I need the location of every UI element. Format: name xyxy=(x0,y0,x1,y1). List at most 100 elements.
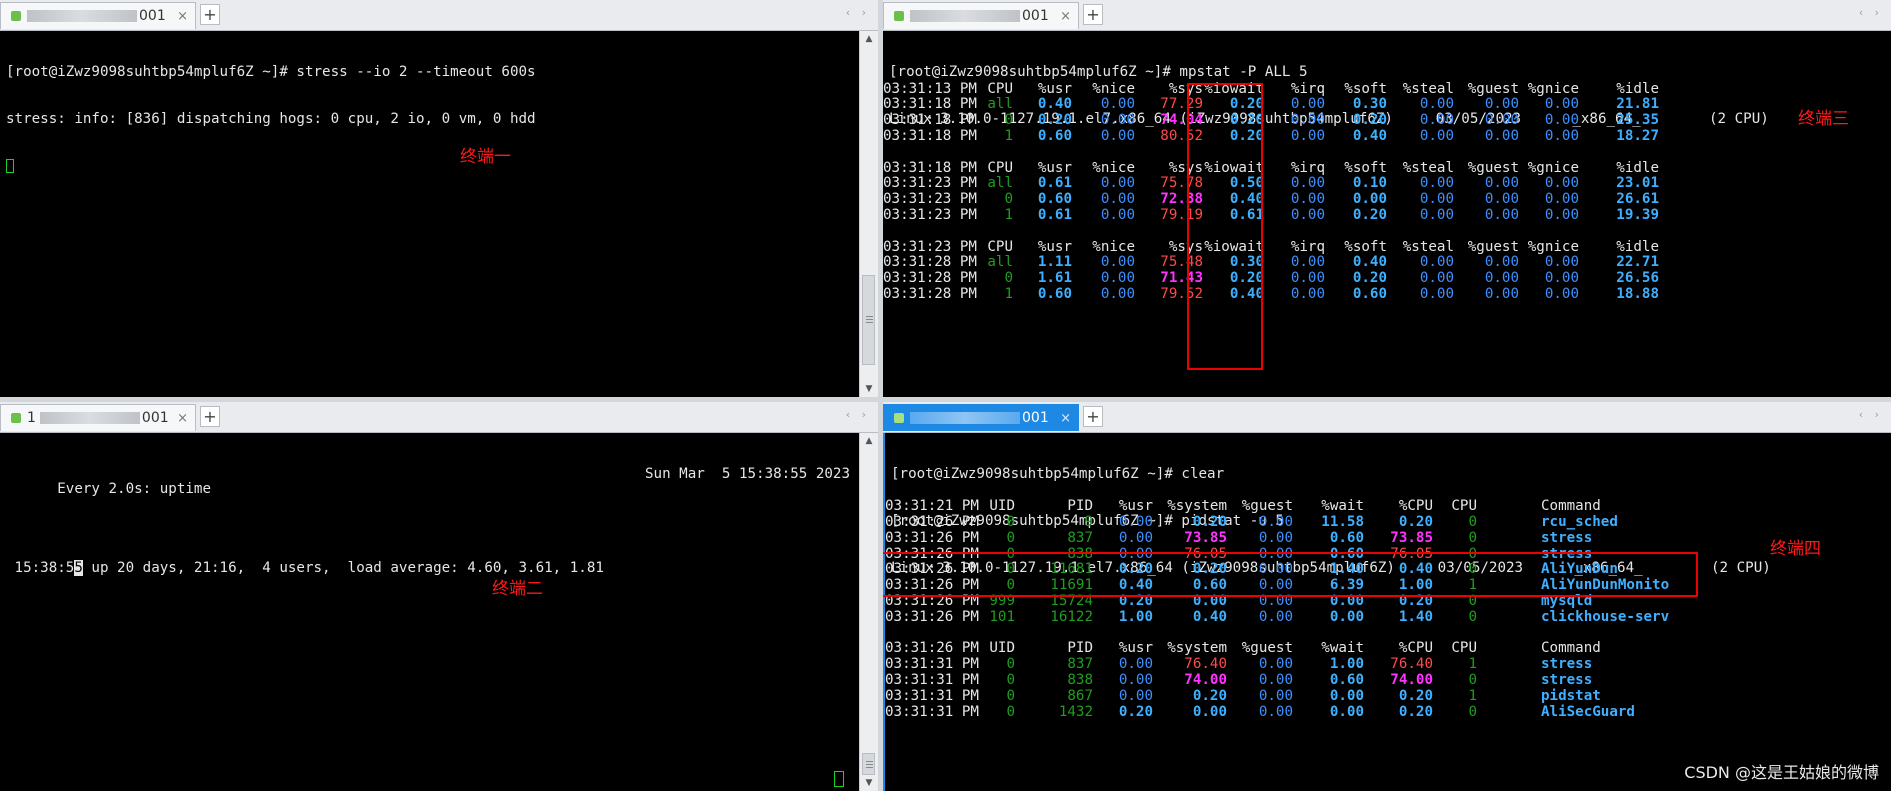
cell-usr: 0.00 xyxy=(1118,687,1153,704)
cell-wait: 0.60 xyxy=(1329,672,1364,688)
cell-usr: 0.00 xyxy=(1118,656,1153,673)
tab-session-1[interactable]: 001 × xyxy=(0,2,196,29)
cell-irq: 0.00 xyxy=(1290,175,1325,192)
cell-steal: 0.00 xyxy=(1419,191,1454,208)
scroll-up-icon[interactable]: ▲ xyxy=(860,31,878,47)
pane-divider-horizontal[interactable] xyxy=(0,397,1891,402)
cell-guest: 0.00 xyxy=(1484,128,1519,144)
column-header: %CPU xyxy=(1398,640,1433,657)
cell-guest: 0.00 xyxy=(1258,672,1293,688)
column-header: %nice xyxy=(1092,238,1135,255)
uptime-time: 15:38:5 xyxy=(6,560,75,577)
cell-nice: 0.00 xyxy=(1100,286,1135,302)
scroll-up-icon[interactable]: ▲ xyxy=(860,433,878,449)
command-line: [root@iZwz9098suhtbp54mpluf6Z ~]# mpstat… xyxy=(889,63,1308,80)
annotation-label-terminal-2: 终端二 xyxy=(492,579,543,599)
scroll-down-icon[interactable]: ▼ xyxy=(860,775,878,791)
timestamp: 03:31:13 PM xyxy=(883,80,977,97)
cell-steal: 0.00 xyxy=(1419,128,1454,144)
timestamp: 03:31:28 PM xyxy=(883,286,977,302)
column-header: PID xyxy=(1067,640,1093,657)
cell-wait: 0.00 xyxy=(1329,687,1364,704)
cell-usr: 1.11 xyxy=(1037,254,1072,271)
cell-wait: 1.00 xyxy=(1329,656,1364,673)
add-tab-button[interactable]: + xyxy=(200,4,220,25)
stress-rows-highlight xyxy=(883,552,1698,597)
cell-idle: 23.01 xyxy=(1616,175,1659,192)
tab-session-3[interactable]: 001 × xyxy=(883,2,1079,29)
pane-divider-vertical[interactable] xyxy=(878,0,883,791)
cursor: 5 xyxy=(74,560,83,577)
cell-cpu_pct: 73.85 xyxy=(1390,529,1433,546)
terminal-output[interactable]: [root@iZwz9098suhtbp54mpluf6Z ~]# stress… xyxy=(0,31,860,397)
column-header: %usr xyxy=(1037,238,1072,255)
cell-system: 76.40 xyxy=(1184,656,1227,673)
close-tab-icon[interactable]: × xyxy=(177,3,188,30)
timestamp: 03:31:28 PM xyxy=(883,254,977,271)
column-header: Command xyxy=(1541,640,1601,657)
cell-cpu: 0 xyxy=(1004,112,1013,129)
tab-nav-arrows-icon[interactable]: ‹ › xyxy=(846,6,870,19)
cell-wait: 0.00 xyxy=(1329,608,1364,625)
cell-gnice: 0.00 xyxy=(1544,175,1579,192)
cell-idle: 26.61 xyxy=(1616,191,1659,208)
tab-session-4[interactable]: 001 × xyxy=(883,404,1079,431)
column-header: CPU xyxy=(1451,640,1477,657)
timestamp: 03:31:31 PM xyxy=(885,703,979,720)
cell-cpu: all xyxy=(987,96,1013,113)
sys-column-highlight xyxy=(1187,83,1263,370)
vertical-scrollbar[interactable]: ▲ ▼ xyxy=(859,31,878,397)
tab-bar: 001 × + ‹ › xyxy=(883,402,1891,433)
column-header: CPU xyxy=(987,238,1013,255)
cell-nice: 0.00 xyxy=(1100,96,1135,113)
cell-command: stress xyxy=(1541,656,1593,673)
timestamp: 03:31:26 PM xyxy=(885,640,979,657)
scroll-thumb[interactable] xyxy=(862,275,875,365)
column-header: %irq xyxy=(1290,80,1325,97)
cell-pid: 837 xyxy=(1067,656,1093,673)
cell-system: 0.20 xyxy=(1192,687,1227,704)
cell-guest: 0.00 xyxy=(1484,254,1519,271)
session-icon xyxy=(894,413,904,423)
masked-tab-name xyxy=(910,10,1020,22)
close-tab-icon[interactable]: × xyxy=(1060,3,1071,30)
column-header: %usr xyxy=(1118,640,1153,657)
column-header: CPU xyxy=(987,159,1013,176)
terminal-output[interactable]: Every 2.0s: uptime Sun Mar 5 15:38:55 20… xyxy=(0,433,860,791)
tab-nav-arrows-icon[interactable]: ‹ › xyxy=(846,408,870,421)
cell-cpu: 0 xyxy=(1468,672,1477,688)
tab-label: 001 xyxy=(141,410,169,426)
tab-nav-arrows-icon[interactable]: ‹ › xyxy=(1859,408,1883,421)
cell-uid: 0 xyxy=(1006,656,1015,673)
cell-guest: 0.00 xyxy=(1484,207,1519,223)
add-tab-button[interactable]: + xyxy=(200,406,220,427)
pidstat-output[interactable]: [root@iZwz9098suhtbp54mpluf6Z ~]# clear … xyxy=(883,433,1891,791)
add-tab-button[interactable]: + xyxy=(1083,4,1103,25)
add-tab-button[interactable]: + xyxy=(1083,406,1103,427)
scroll-down-icon[interactable]: ▼ xyxy=(860,381,878,397)
cell-cpu: 0 xyxy=(1004,270,1013,287)
cell-cpu: 0 xyxy=(1468,608,1477,625)
cell-guest: 0.00 xyxy=(1258,687,1293,704)
cell-irq: 0.00 xyxy=(1290,128,1325,144)
masked-tab-name xyxy=(27,10,137,22)
close-tab-icon[interactable]: × xyxy=(1060,405,1071,432)
column-header: %guest xyxy=(1467,159,1519,176)
scroll-thumb[interactable] xyxy=(862,753,875,775)
cell-soft: 0.00 xyxy=(1352,191,1387,208)
column-header: %nice xyxy=(1092,80,1135,97)
mpstat-output[interactable]: [root@iZwz9098suhtbp54mpluf6Z ~]# mpstat… xyxy=(883,31,1891,397)
tab-session-2[interactable]: 1 001 × xyxy=(0,404,196,431)
tab-bar: 001 × + ‹ › xyxy=(0,0,878,31)
timestamp: 03:31:23 PM xyxy=(883,191,977,208)
watch-timestamp: Sun Mar 5 15:38:55 2023 xyxy=(645,465,850,482)
column-header: UID xyxy=(989,498,1015,515)
tab-nav-arrows-icon[interactable]: ‹ › xyxy=(1859,6,1883,19)
cell-guest: 0.00 xyxy=(1484,175,1519,192)
cell-gnice: 0.00 xyxy=(1544,128,1579,144)
cell-system: 73.85 xyxy=(1184,529,1227,546)
close-tab-icon[interactable]: × xyxy=(177,405,188,432)
cell-command: AliSecGuard xyxy=(1541,703,1635,720)
column-header: %wait xyxy=(1321,640,1364,657)
vertical-scrollbar[interactable]: ▲ ▼ xyxy=(859,433,878,791)
